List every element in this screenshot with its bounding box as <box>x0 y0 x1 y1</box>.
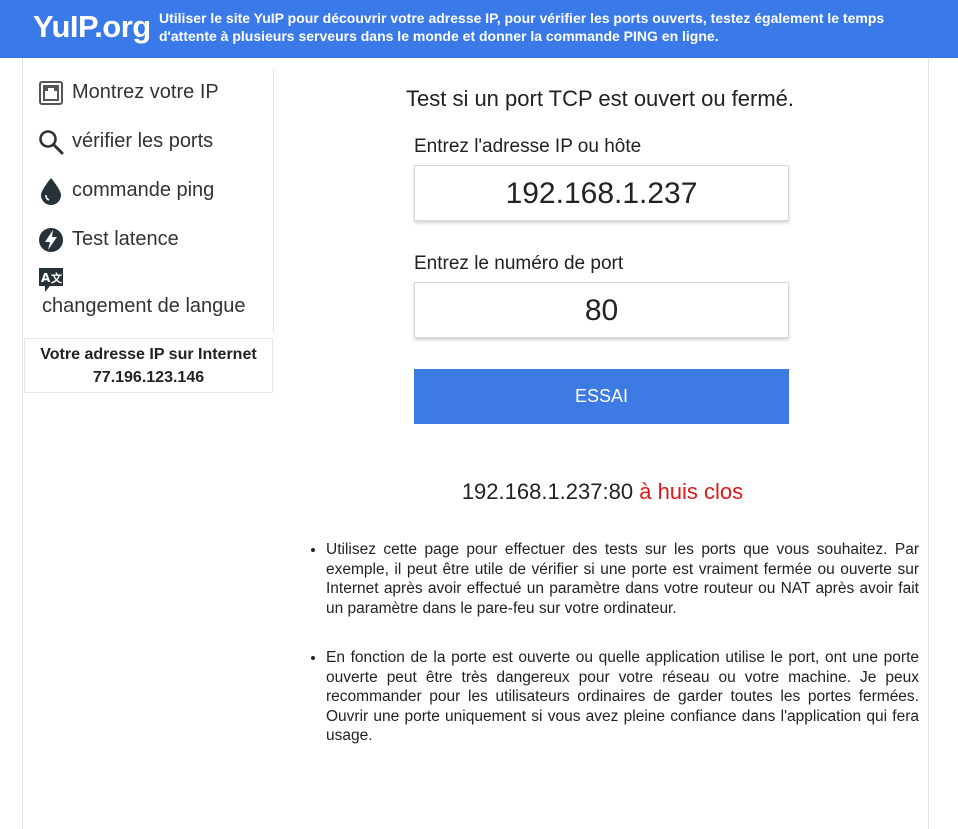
sidebar-item-show-ip[interactable]: Montrez votre IP <box>24 68 273 117</box>
host-label: Entrez l'adresse IP ou hôte <box>414 136 642 157</box>
lightning-icon <box>38 227 64 253</box>
sidebar-nav: Montrez votre IP vérifier les ports comm… <box>24 68 274 333</box>
sidebar-item-label: changement de langue <box>42 295 246 317</box>
host-input[interactable]: 192.168.1.237 <box>414 165 789 221</box>
your-ip-box: Votre adresse IP sur Internet 77.196.123… <box>24 338 273 393</box>
sidebar-item-language[interactable]: A 文 changement de langue <box>24 267 273 333</box>
sidebar-item-latency[interactable]: Test latence <box>24 215 273 264</box>
top-header: YuIP.org Utiliser le site YuIP pour déco… <box>0 0 958 58</box>
test-result: 192.168.1.237:80 à huis clos <box>300 479 905 505</box>
sidebar-item-label: vérifier les ports <box>72 130 214 152</box>
result-target: 192.168.1.237:80 <box>461 479 634 504</box>
search-icon <box>38 129 64 155</box>
test-button[interactable]: ESSAI <box>414 369 789 424</box>
svg-text:文: 文 <box>51 271 63 285</box>
translate-icon: A 文 <box>38 267 64 293</box>
sidebar-item-check-ports[interactable]: vérifier les ports <box>24 117 273 166</box>
sidebar-item-ping[interactable]: commande ping <box>24 166 273 215</box>
drop-icon <box>38 177 64 205</box>
port-input[interactable]: 80 <box>414 282 789 338</box>
result-status: à huis clos <box>639 479 744 504</box>
your-ip-value: 77.196.123.146 <box>92 369 205 386</box>
sidebar-item-label: Montrez votre IP <box>72 81 219 103</box>
your-ip-label: Votre adresse IP sur Internet <box>40 346 257 363</box>
list-item: Utilisez cette page pour effectuer des t… <box>326 540 919 618</box>
site-logo[interactable]: YuIP.org <box>33 9 151 45</box>
info-notes: Utilisez cette page pour effectuer des t… <box>304 540 919 776</box>
list-item: En fonction de la porte est ouverte ou q… <box>326 648 919 746</box>
site-tagline: Utiliser le site YuIP pour découvrir vot… <box>159 10 885 44</box>
port-label: Entrez le numéro de port <box>414 253 624 274</box>
sidebar-item-label: commande ping <box>72 179 215 201</box>
page-title: Test si un port TCP est ouvert ou fermé. <box>405 86 795 111</box>
network-port-icon <box>38 80 64 106</box>
svg-text:A: A <box>41 271 51 285</box>
sidebar-item-label: Test latence <box>72 228 179 250</box>
